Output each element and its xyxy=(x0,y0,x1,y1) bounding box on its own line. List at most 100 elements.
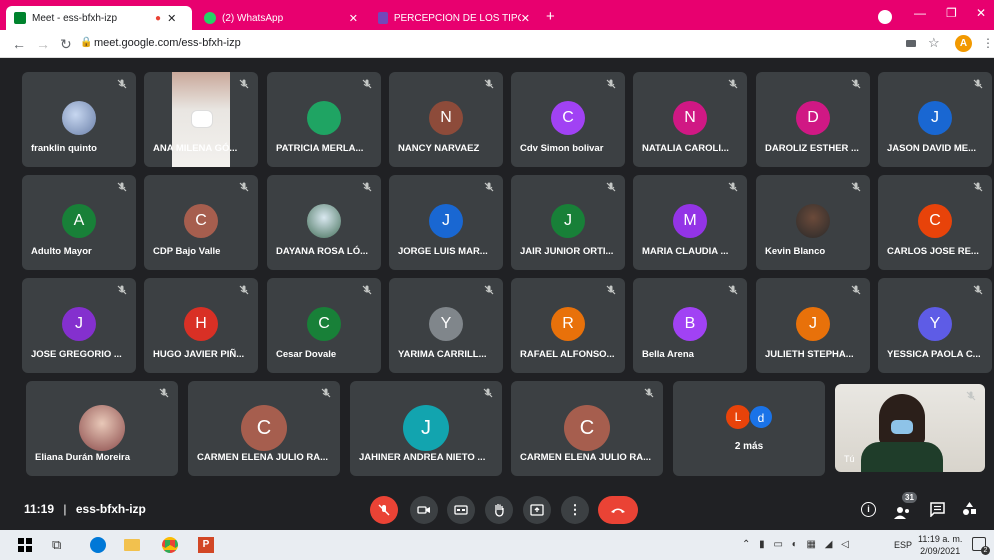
file-explorer-icon[interactable] xyxy=(124,539,140,551)
participant-tile[interactable]: franklin quinto xyxy=(22,72,136,167)
participant-avatar: J xyxy=(429,204,463,238)
participant-tile[interactable]: Y YESSICA PAOLA C... xyxy=(878,278,992,373)
clock[interactable]: 11:19 a. m. 2/09/2021 xyxy=(918,533,962,557)
more-participants-tile[interactable]: Ld 2 más xyxy=(673,381,825,476)
muted-mic-icon xyxy=(484,285,494,295)
muted-mic-icon xyxy=(728,285,738,295)
meeting-details-icon[interactable]: i xyxy=(861,502,876,517)
participant-tile[interactable]: D DAROLIZ ESTHER ... xyxy=(756,72,870,167)
participant-name: Cdv Simon bolivar xyxy=(520,143,604,154)
powerpoint-icon[interactable]: P xyxy=(198,537,214,553)
participant-tile[interactable]: H HUGO JAVIER PIÑ... xyxy=(144,278,258,373)
people-button[interactable]: 31 xyxy=(894,492,917,520)
muted-mic-icon xyxy=(321,388,331,398)
back-icon[interactable]: ← xyxy=(12,36,26,52)
participant-tile[interactable]: C CDP Bajo Valle xyxy=(144,175,258,270)
leave-call-button[interactable] xyxy=(598,496,638,524)
mic-off-icon xyxy=(378,504,390,516)
participant-tile[interactable]: C Cdv Simon bolivar xyxy=(511,72,625,167)
participant-avatar: Y xyxy=(429,307,463,341)
participant-tile[interactable]: ANA MILENA GÓ... xyxy=(144,72,258,167)
activities-icon[interactable] xyxy=(962,501,977,521)
participant-tile[interactable]: B Bella Arena xyxy=(633,278,747,373)
participant-avatar: B xyxy=(673,307,707,341)
chat-icon[interactable] xyxy=(930,502,945,522)
participant-tile[interactable]: J JAHINER ANDREA NIETO ... xyxy=(350,381,502,476)
tab-meet[interactable]: Meet - ess-bfxh-izp ● ✕ xyxy=(6,6,192,30)
windows-taskbar: ⧉ P ⌃ ▮ ▭ ◐ ▦ ◢ ◁ ESP 11:19 a. m. 2/09/2… xyxy=(0,530,994,560)
participant-tile[interactable]: Y YARIMA CARRILL... xyxy=(389,278,503,373)
participant-name: YARIMA CARRILL... xyxy=(398,349,487,360)
tab-close-icon[interactable]: ✕ xyxy=(167,12,176,25)
meeting-info: 11:19 | ess-bfxh-izp xyxy=(24,502,146,516)
participant-tile[interactable]: PATRICIA MERLA... xyxy=(267,72,381,167)
present-button[interactable] xyxy=(523,496,551,524)
muted-mic-icon xyxy=(484,79,494,89)
participant-avatar: M xyxy=(673,204,707,238)
meet-favicon-icon xyxy=(14,12,26,24)
tray-icons[interactable]: ⌃ ▮ ▭ ◐ ▦ ◢ ◁ xyxy=(742,539,852,550)
participant-avatar: J xyxy=(551,204,585,238)
muted-mic-icon xyxy=(851,182,861,192)
participant-avatar: J xyxy=(918,101,952,135)
participant-name: DAYANA ROSA LÓ... xyxy=(276,246,369,257)
participant-tile[interactable]: C CARMEN ELENA JULIO RA... xyxy=(511,381,663,476)
participant-avatar: H xyxy=(184,307,218,341)
participant-tile[interactable]: N NANCY NARVAEZ xyxy=(389,72,503,167)
more-avatar-d: d xyxy=(749,405,773,429)
participant-photo xyxy=(796,204,830,238)
profile-avatar[interactable]: A xyxy=(955,35,972,52)
participant-tile[interactable]: R RAFAEL ALFONSO... xyxy=(511,278,625,373)
participant-tile[interactable]: DAYANA ROSA LÓ... xyxy=(267,175,381,270)
self-view-tile[interactable]: Tú xyxy=(835,384,985,472)
chrome-icon[interactable] xyxy=(162,537,178,553)
restore-icon[interactable]: ❐ xyxy=(946,6,957,20)
tab-whatsapp[interactable]: (2) WhatsApp ✕ xyxy=(196,6,366,30)
captions-button[interactable] xyxy=(447,496,475,524)
url-field[interactable]: meet.google.com/ess-bfxh-izp xyxy=(94,37,241,49)
windows-start-icon[interactable] xyxy=(18,538,32,552)
language-indicator[interactable]: ESP xyxy=(894,540,912,550)
participant-tile[interactable]: N NATALIA CAROLI... xyxy=(633,72,747,167)
participant-tile[interactable]: J JOSE GREGORIO ... xyxy=(22,278,136,373)
participant-tile[interactable]: Kevin Blanco xyxy=(756,175,870,270)
participant-tile[interactable]: Eliana Durán Moreira xyxy=(26,381,178,476)
menu-dots-icon[interactable]: ⋮ xyxy=(982,36,994,50)
participant-name: JORGE LUIS MAR... xyxy=(398,246,488,257)
close-window-icon[interactable]: ✕ xyxy=(976,6,986,20)
edge-icon[interactable] xyxy=(90,537,106,553)
reload-icon[interactable]: ↻ xyxy=(60,36,72,53)
more-options-button[interactable]: ⋮ xyxy=(561,496,589,524)
participant-tile[interactable]: J JASON DAVID ME... xyxy=(878,72,992,167)
tab-close-icon[interactable]: ✕ xyxy=(349,12,358,25)
participant-tile[interactable]: C CARLOS JOSE RE... xyxy=(878,175,992,270)
participant-name: NATALIA CAROLI... xyxy=(642,143,729,154)
participant-tile[interactable]: C CARMEN ELENA JULIO RA... xyxy=(188,381,340,476)
camera-indicator-icon[interactable] xyxy=(906,40,916,47)
tab-search-icon[interactable] xyxy=(878,10,892,24)
mic-toggle-button[interactable] xyxy=(370,496,398,524)
forward-icon[interactable]: → xyxy=(36,36,50,52)
participant-tile[interactable]: J JORGE LUIS MAR... xyxy=(389,175,503,270)
minimize-icon[interactable]: — xyxy=(914,6,926,20)
participant-tile[interactable]: J JAIR JUNIOR ORTI... xyxy=(511,175,625,270)
new-tab-icon[interactable]: + xyxy=(546,8,555,26)
participant-tile[interactable]: A Adulto Mayor xyxy=(22,175,136,270)
notification-center-icon[interactable]: 2 xyxy=(972,537,990,555)
participant-tile[interactable]: C Cesar Dovale xyxy=(267,278,381,373)
participant-name: DAROLIZ ESTHER ... xyxy=(765,143,859,154)
camera-toggle-button[interactable] xyxy=(410,496,438,524)
participant-tile[interactable]: J JULIETH STEPHA... xyxy=(756,278,870,373)
participant-name: RAFAEL ALFONSO... xyxy=(520,349,615,360)
task-view-icon[interactable]: ⧉ xyxy=(52,537,61,553)
tab-forms[interactable]: PERCEPCIÓN DE LOS TIPOS DE ✕ xyxy=(370,6,538,30)
clock-date: 2/09/2021 xyxy=(920,546,961,556)
participant-tile[interactable]: M MARIA CLAUDIA ... xyxy=(633,175,747,270)
tab-close-icon[interactable]: ✕ xyxy=(521,12,530,25)
meeting-code[interactable]: ess-bfxh-izp xyxy=(76,502,146,516)
muted-mic-icon xyxy=(239,182,249,192)
raise-hand-button[interactable] xyxy=(485,496,513,524)
muted-mic-icon xyxy=(117,79,127,89)
bookmark-star-icon[interactable]: ☆ xyxy=(928,35,940,51)
participant-name: HUGO JAVIER PIÑ... xyxy=(153,349,245,360)
